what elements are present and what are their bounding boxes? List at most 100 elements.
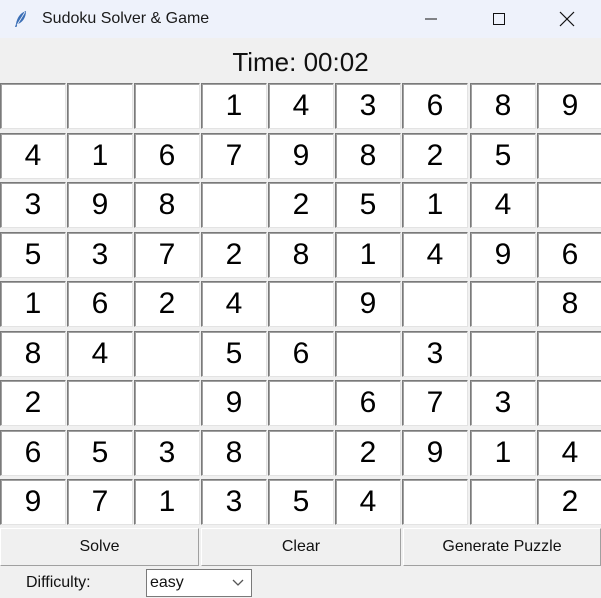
sudoku-cell-r5-c5[interactable] — [268, 281, 334, 327]
sudoku-cell-r1-c2[interactable] — [67, 83, 133, 129]
sudoku-cell-r1-c4[interactable]: 1 — [201, 83, 267, 129]
sudoku-cell-r6-c6[interactable] — [335, 331, 401, 377]
window-controls — [397, 0, 601, 38]
title-bar[interactable]: Sudoku Solver & Game — [0, 0, 601, 38]
sudoku-cell-r2-c7[interactable]: 2 — [402, 133, 468, 179]
sudoku-cell-r4-c8[interactable]: 9 — [470, 232, 536, 278]
sudoku-cell-r2-c8[interactable]: 5 — [470, 133, 536, 179]
sudoku-cell-r4-c3[interactable]: 7 — [134, 232, 200, 278]
sudoku-cell-r2-c9[interactable] — [537, 133, 601, 179]
timer-label: Time: 00:02 — [232, 47, 369, 77]
sudoku-cell-r3-c5[interactable]: 2 — [268, 182, 334, 228]
sudoku-cell-r4-c9[interactable]: 6 — [537, 232, 601, 278]
sudoku-cell-r9-c4[interactable]: 3 — [201, 479, 267, 525]
sudoku-cell-r1-c8[interactable]: 8 — [470, 83, 536, 129]
sudoku-cell-r6-c5[interactable]: 6 — [268, 331, 334, 377]
sudoku-cell-r3-c2[interactable]: 9 — [67, 182, 133, 228]
sudoku-cell-r8-c3[interactable]: 3 — [134, 430, 200, 476]
sudoku-cell-r6-c7[interactable]: 3 — [402, 331, 468, 377]
sudoku-cell-r6-c8[interactable] — [470, 331, 536, 377]
sudoku-cell-r3-c1[interactable]: 3 — [0, 182, 66, 228]
window-title: Sudoku Solver & Game — [42, 10, 210, 27]
sudoku-cell-r5-c4[interactable]: 4 — [201, 281, 267, 327]
sudoku-cell-r4-c6[interactable]: 1 — [335, 232, 401, 278]
sudoku-cell-r5-c3[interactable]: 2 — [134, 281, 200, 327]
sudoku-cell-r7-c5[interactable] — [268, 380, 334, 426]
sudoku-cell-r3-c9[interactable] — [537, 182, 601, 228]
sudoku-cell-r8-c1[interactable]: 6 — [0, 430, 66, 476]
sudoku-cell-r8-c7[interactable]: 9 — [402, 430, 468, 476]
sudoku-cell-r9-c1[interactable]: 9 — [0, 479, 66, 525]
sudoku-cell-r1-c9[interactable]: 9 — [537, 83, 601, 129]
sudoku-cell-r2-c1[interactable]: 4 — [0, 133, 66, 179]
sudoku-cell-r3-c7[interactable]: 1 — [402, 182, 468, 228]
sudoku-cell-r6-c9[interactable] — [537, 331, 601, 377]
sudoku-cell-r1-c6[interactable]: 3 — [335, 83, 401, 129]
sudoku-cell-r5-c7[interactable] — [402, 281, 468, 327]
maximize-button[interactable] — [465, 0, 533, 38]
sudoku-cell-r7-c8[interactable]: 3 — [470, 380, 536, 426]
sudoku-cell-r5-c9[interactable]: 8 — [537, 281, 601, 327]
chevron-down-icon — [232, 579, 244, 586]
sudoku-cell-r9-c8[interactable] — [470, 479, 536, 525]
sudoku-cell-r7-c7[interactable]: 7 — [402, 380, 468, 426]
sudoku-cell-r7-c1[interactable]: 2 — [0, 380, 66, 426]
minimize-button[interactable] — [397, 0, 465, 38]
sudoku-cell-r3-c4[interactable] — [201, 182, 267, 228]
sudoku-cell-r2-c4[interactable]: 7 — [201, 133, 267, 179]
clear-button[interactable]: Clear — [201, 528, 401, 566]
sudoku-cell-r4-c4[interactable]: 2 — [201, 232, 267, 278]
sudoku-cell-r3-c3[interactable]: 8 — [134, 182, 200, 228]
sudoku-cell-r5-c8[interactable] — [470, 281, 536, 327]
maximize-icon — [493, 13, 505, 25]
sudoku-cell-r8-c2[interactable]: 5 — [67, 430, 133, 476]
difficulty-select[interactable]: easy — [146, 569, 252, 597]
sudoku-cell-r9-c3[interactable]: 1 — [134, 479, 200, 525]
sudoku-cell-r4-c1[interactable]: 5 — [0, 232, 66, 278]
sudoku-cell-r9-c2[interactable]: 7 — [67, 479, 133, 525]
sudoku-cell-r1-c1[interactable] — [0, 83, 66, 129]
sudoku-cell-r6-c3[interactable] — [134, 331, 200, 377]
sudoku-cell-r1-c7[interactable]: 6 — [402, 83, 468, 129]
sudoku-cell-r4-c5[interactable]: 8 — [268, 232, 334, 278]
sudoku-cell-r8-c6[interactable]: 2 — [335, 430, 401, 476]
solve-button[interactable]: Solve — [0, 528, 199, 566]
minimize-icon — [425, 18, 437, 20]
sudoku-cell-r2-c5[interactable]: 9 — [268, 133, 334, 179]
sudoku-cell-r1-c5[interactable]: 4 — [268, 83, 334, 129]
sudoku-cell-r2-c3[interactable]: 6 — [134, 133, 200, 179]
close-icon — [559, 11, 575, 27]
difficulty-label: Difficulty: — [26, 574, 91, 591]
generate-puzzle-button[interactable]: Generate Puzzle — [403, 528, 601, 566]
close-button[interactable] — [533, 0, 601, 38]
sudoku-cell-r1-c3[interactable] — [134, 83, 200, 129]
sudoku-cell-r9-c9[interactable]: 2 — [537, 479, 601, 525]
sudoku-cell-r7-c3[interactable] — [134, 380, 200, 426]
sudoku-cell-r9-c5[interactable]: 5 — [268, 479, 334, 525]
sudoku-cell-r8-c4[interactable]: 8 — [201, 430, 267, 476]
difficulty-value: easy — [150, 574, 184, 591]
sudoku-cell-r4-c2[interactable]: 3 — [67, 232, 133, 278]
sudoku-cell-r5-c2[interactable]: 6 — [67, 281, 133, 327]
sudoku-cell-r7-c9[interactable] — [537, 380, 601, 426]
sudoku-cell-r9-c7[interactable] — [402, 479, 468, 525]
sudoku-cell-r2-c6[interactable]: 8 — [335, 133, 401, 179]
feather-icon — [12, 10, 30, 28]
app-window: Sudoku Solver & Game Time: 00:02 1436894… — [0, 0, 601, 598]
sudoku-cell-r5-c1[interactable]: 1 — [0, 281, 66, 327]
sudoku-cell-r6-c1[interactable]: 8 — [0, 331, 66, 377]
sudoku-cell-r6-c4[interactable]: 5 — [201, 331, 267, 377]
sudoku-cell-r8-c5[interactable] — [268, 430, 334, 476]
sudoku-cell-r9-c6[interactable]: 4 — [335, 479, 401, 525]
sudoku-cell-r3-c6[interactable]: 5 — [335, 182, 401, 228]
sudoku-cell-r7-c2[interactable] — [67, 380, 133, 426]
sudoku-cell-r7-c6[interactable]: 6 — [335, 380, 401, 426]
sudoku-cell-r3-c8[interactable]: 4 — [470, 182, 536, 228]
sudoku-cell-r8-c8[interactable]: 1 — [470, 430, 536, 476]
sudoku-cell-r2-c2[interactable]: 1 — [67, 133, 133, 179]
sudoku-cell-r6-c2[interactable]: 4 — [67, 331, 133, 377]
sudoku-cell-r5-c6[interactable]: 9 — [335, 281, 401, 327]
sudoku-cell-r4-c7[interactable]: 4 — [402, 232, 468, 278]
sudoku-cell-r8-c9[interactable]: 4 — [537, 430, 601, 476]
sudoku-cell-r7-c4[interactable]: 9 — [201, 380, 267, 426]
